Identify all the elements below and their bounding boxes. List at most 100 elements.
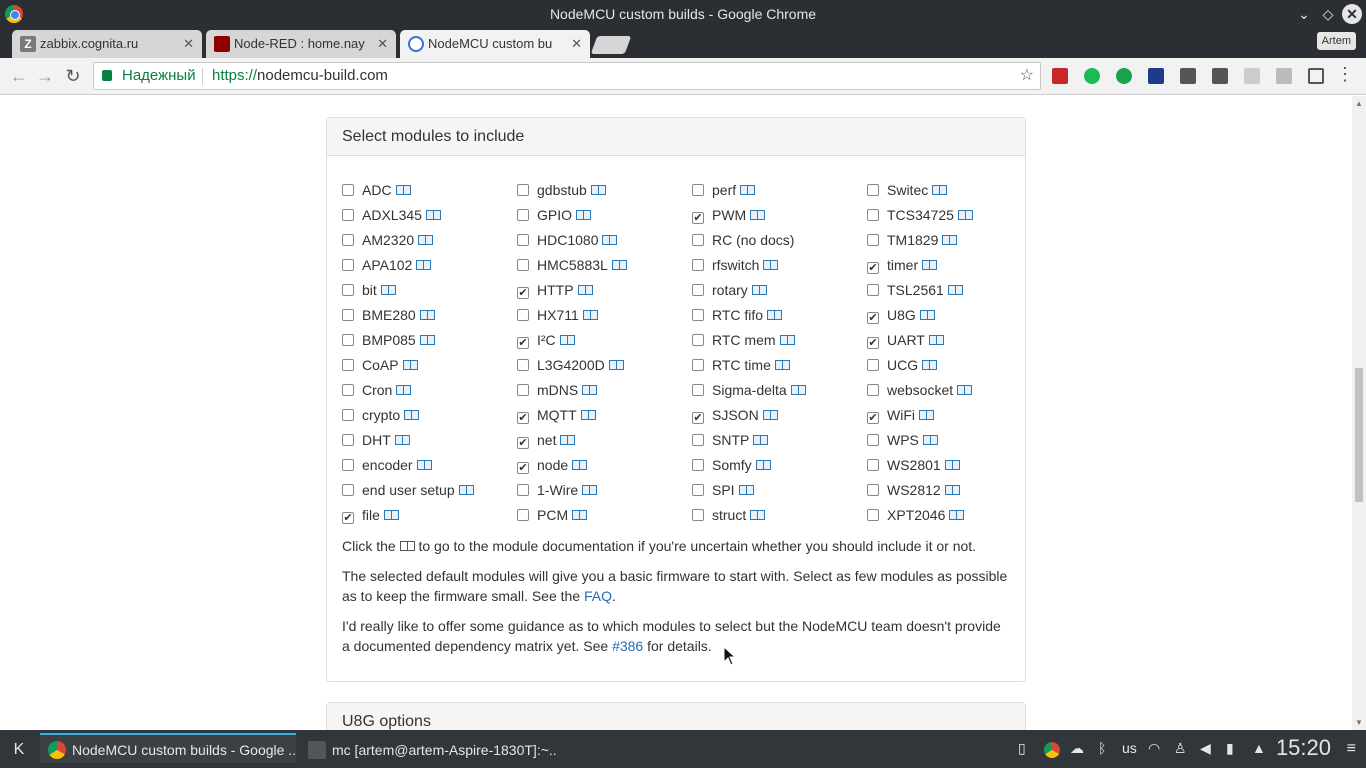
documentation-book-icon[interactable] [576, 210, 592, 220]
documentation-book-icon[interactable] [404, 410, 420, 420]
documentation-book-icon[interactable] [919, 410, 934, 420]
module-checkbox[interactable] [692, 259, 704, 271]
documentation-book-icon[interactable] [957, 385, 973, 395]
page-scrollbar[interactable]: ▲ ▼ [1352, 96, 1366, 730]
module-checkbox[interactable] [517, 484, 529, 496]
documentation-book-icon[interactable] [394, 435, 410, 445]
module-option[interactable]: RTC fifo [692, 305, 783, 325]
documentation-book-icon[interactable] [919, 310, 935, 320]
documentation-book-icon[interactable] [949, 510, 965, 520]
module-option[interactable]: GPIO [517, 205, 592, 225]
module-option[interactable]: Cron [342, 380, 412, 400]
module-checkbox[interactable] [517, 359, 529, 371]
module-option[interactable]: gdbstub [517, 180, 606, 200]
module-option[interactable]: websocket [867, 380, 973, 400]
module-option[interactable]: ✔ timer [867, 255, 938, 275]
module-checkbox[interactable]: ✔ [517, 337, 529, 349]
tab-node-red[interactable]: Node-RED : home.nay ✕ [206, 30, 396, 58]
module-checkbox[interactable] [342, 309, 354, 321]
module-checkbox[interactable] [867, 359, 879, 371]
reload-icon[interactable]: ↻ [62, 65, 84, 87]
module-checkbox[interactable] [692, 509, 704, 521]
module-option[interactable]: SNTP [692, 430, 769, 450]
module-checkbox[interactable] [692, 184, 704, 196]
module-checkbox[interactable]: ✔ [517, 412, 529, 424]
extension-translate-icon[interactable] [1148, 68, 1164, 84]
extension-lastpass-icon[interactable] [1052, 68, 1068, 84]
module-checkbox[interactable] [342, 284, 354, 296]
documentation-book-icon[interactable] [602, 235, 618, 245]
new-tab-button[interactable] [590, 36, 632, 54]
module-checkbox[interactable]: ✔ [867, 312, 879, 324]
module-option[interactable]: ✔ U8G [867, 305, 935, 325]
module-checkbox[interactable] [342, 234, 354, 246]
module-option[interactable]: mDNS [517, 380, 598, 400]
module-checkbox[interactable] [867, 484, 879, 496]
chrome-menu-icon[interactable]: ⋮ [1336, 64, 1354, 85]
module-checkbox[interactable] [342, 459, 354, 471]
faq-link[interactable]: FAQ [584, 588, 612, 604]
module-option[interactable]: SPI [692, 480, 754, 500]
module-checkbox[interactable] [517, 384, 529, 396]
clipboard-icon[interactable]: ▯ [1018, 740, 1026, 757]
module-checkbox[interactable] [517, 259, 529, 271]
documentation-book-icon[interactable] [418, 235, 434, 245]
module-option[interactable]: TCS34725 [867, 205, 973, 225]
battery-icon[interactable]: ▮ [1226, 740, 1234, 757]
module-checkbox[interactable] [692, 459, 704, 471]
module-checkbox[interactable] [867, 284, 879, 296]
documentation-book-icon[interactable] [750, 510, 766, 520]
module-option[interactable]: DHT [342, 430, 410, 450]
module-checkbox[interactable] [867, 209, 879, 221]
module-checkbox[interactable] [867, 459, 879, 471]
documentation-book-icon[interactable] [774, 360, 790, 370]
module-option[interactable]: BME280 [342, 305, 435, 325]
documentation-book-icon[interactable] [944, 485, 960, 495]
extension-pushbullet-icon[interactable] [1116, 68, 1132, 84]
extension-tree-icon[interactable] [1244, 68, 1260, 84]
extension-evernote-icon[interactable] [1084, 68, 1100, 84]
module-checkbox[interactable] [692, 234, 704, 246]
documentation-book-icon[interactable] [922, 435, 938, 445]
documentation-book-icon[interactable] [942, 235, 958, 245]
documentation-book-icon[interactable] [582, 485, 598, 495]
module-checkbox[interactable] [342, 259, 354, 271]
module-option[interactable]: Sigma-delta [692, 380, 806, 400]
documentation-book-icon[interactable] [380, 285, 396, 295]
forward-icon[interactable]: → [34, 65, 56, 87]
documentation-book-icon[interactable] [611, 260, 627, 270]
module-option[interactable]: perf [692, 180, 756, 200]
module-checkbox[interactable] [692, 359, 704, 371]
close-tab-icon[interactable]: ✕ [377, 30, 388, 58]
documentation-book-icon[interactable] [762, 410, 778, 420]
module-checkbox[interactable] [342, 409, 354, 421]
scrollbar-thumb[interactable] [1355, 368, 1363, 502]
module-option[interactable]: L3G4200D [517, 355, 624, 375]
wifi-icon[interactable]: ◠ [1148, 740, 1160, 757]
module-option[interactable]: HX711 [517, 305, 598, 325]
module-checkbox[interactable] [867, 434, 879, 446]
module-checkbox[interactable] [517, 234, 529, 246]
scroll-down-icon[interactable]: ▼ [1355, 718, 1363, 727]
user-icon[interactable]: ♙ [1174, 740, 1187, 757]
module-option[interactable]: ✔ HTTP [517, 280, 593, 300]
module-option[interactable]: TM1829 [867, 230, 958, 250]
documentation-book-icon[interactable] [751, 285, 767, 295]
documentation-book-icon[interactable] [416, 260, 432, 270]
profile-button[interactable]: Artem [1316, 32, 1356, 50]
cast-icon[interactable] [1308, 68, 1324, 84]
documentation-book-icon[interactable] [750, 210, 766, 220]
module-option[interactable]: RC (no docs) [692, 230, 794, 250]
module-checkbox[interactable] [692, 384, 704, 396]
documentation-book-icon[interactable] [572, 510, 588, 520]
documentation-book-icon[interactable] [944, 460, 960, 470]
minimize-icon[interactable]: ⌄ [1294, 4, 1314, 24]
module-option[interactable]: ADXL345 [342, 205, 441, 225]
module-option[interactable]: ✔ UART [867, 330, 944, 350]
module-option[interactable]: end user setup [342, 480, 474, 500]
documentation-book-icon[interactable] [559, 335, 575, 345]
documentation-book-icon[interactable] [560, 435, 576, 445]
module-option[interactable]: encoder [342, 455, 432, 475]
documentation-book-icon[interactable] [572, 460, 588, 470]
chrome-tray-icon[interactable] [1044, 742, 1060, 758]
